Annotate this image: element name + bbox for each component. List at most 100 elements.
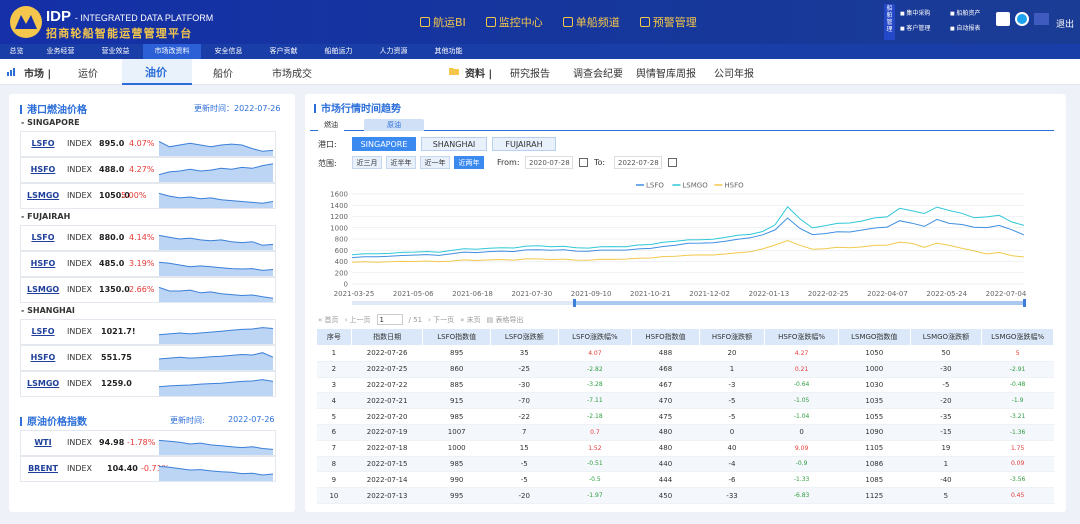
table-header[interactable]: HSFO指数值 — [631, 328, 700, 346]
table-cell: -1.97 — [558, 487, 632, 504]
ship-icon — [562, 17, 573, 27]
main-nav-item-active[interactable]: 市场改资料 — [143, 44, 201, 59]
fuel-row[interactable]: LSFO INDEX 880.0 4.14% — [20, 225, 276, 251]
sub-nav-deals[interactable]: 市场成交 — [272, 65, 312, 80]
main-nav-item[interactable]: 客户贡献 — [256, 44, 311, 59]
sub-nav-minutes[interactable]: 调查会纪要 — [573, 65, 623, 80]
legend-label[interactable]: LSMGO — [682, 182, 708, 190]
table-header[interactable]: LSFO涨跌幅% — [557, 328, 633, 346]
top-nav-monitor[interactable]: 监控中心 — [485, 14, 543, 30]
table-row[interactable]: 3 2022-07-22 885 -30 -3.28 467 -3 -0.64 1030 -5 -0… — [316, 377, 1054, 394]
crude-row[interactable]: WTI INDEX 94.98 -1.78% — [20, 430, 276, 456]
table-row[interactable]: 10 2022-07-13 995 -20 -1.97 450 -33 -6.83 1125 5 0… — [316, 487, 1054, 504]
fuel-row[interactable]: HSFO INDEX 485.0 3.19% — [20, 251, 276, 277]
top-nav-ship[interactable]: 单船频道 — [562, 14, 620, 30]
main-nav-item[interactable]: 人力资源 — [366, 44, 421, 59]
range-2y-button[interactable]: 近两年 — [454, 156, 484, 169]
range-1y-button[interactable]: 近一年 — [420, 156, 450, 169]
main-nav-item[interactable]: 营业效益 — [88, 44, 143, 59]
table-row[interactable]: 2 2022-07-25 860 -25 -2.82 468 1 0.21 1000 -30 -2.… — [316, 361, 1054, 378]
top-nav-bi[interactable]: 航运BI — [420, 14, 466, 30]
tool-customer[interactable]: 客户管理 — [900, 23, 950, 32]
from-date-input[interactable]: 2020-07-28 — [525, 156, 573, 169]
main-nav-item[interactable]: 船舶运力 — [311, 44, 366, 59]
table-row[interactable]: 9 2022-07-14 990 -5 -0.5 444 -6 -1.33 1085 -40 -3.… — [316, 471, 1054, 489]
fuel-row[interactable]: HSFO INDEX 488.0 4.27% — [20, 157, 276, 183]
fuel-row[interactable]: LSMGO INDEX 1259.0 — [20, 371, 276, 397]
tool-purchase[interactable]: 集中采购 — [900, 8, 950, 17]
range-slider-selection[interactable] — [574, 301, 1024, 305]
user-name-block[interactable] — [1034, 13, 1049, 25]
table-header[interactable]: LSMGO指数值 — [837, 328, 911, 346]
fuel-row[interactable]: LSFO INDEX 895.0 4.07% — [20, 131, 276, 157]
range-slider-handle[interactable] — [1023, 299, 1026, 307]
tool-assets[interactable]: 船舶资产 — [950, 8, 1000, 17]
tool-report[interactable]: 自动报表 — [950, 23, 1000, 32]
table-row[interactable]: 8 2022-07-15 985 -5 -0.51 440 -4 -0.9 1086 1 0.09 — [316, 456, 1054, 473]
table-header[interactable]: LSMGO涨跌额 — [909, 328, 983, 346]
sub-nav-research[interactable]: 研究报告 — [510, 65, 550, 80]
table-row[interactable]: 5 2022-07-20 985 -22 -2.18 475 -5 -1.04 1055 -35-… — [316, 408, 1054, 425]
range-3m-button[interactable]: 近三月 — [352, 156, 382, 169]
pager-last[interactable]: » 末页 — [460, 315, 481, 325]
table-header[interactable]: 指数日期 — [350, 328, 424, 346]
range-slider-handle[interactable] — [573, 299, 576, 307]
fuel-row[interactable]: LSMGO INDEX 1350.0 2.66% — [20, 277, 276, 303]
port-singapore-button[interactable]: SINGAPORE — [352, 137, 416, 151]
main-nav-item[interactable]: 总览 — [0, 44, 33, 59]
table-row[interactable]: 6 2022-07-19 1007 7 0.7 480 0 0 1090 -15 -1.36 — [316, 424, 1054, 441]
table-row[interactable]: 1 2022-07-26 895 35 4.07 488 20 4.27 1050 50 5 — [316, 345, 1054, 362]
to-date-input[interactable]: 2022-07-28 — [614, 156, 662, 169]
table-header[interactable]: LSFO指数值 — [422, 328, 491, 346]
table-cell: 860 — [422, 361, 491, 378]
sub-nav-oil-active[interactable]: 油价 — [122, 59, 192, 85]
exit-button[interactable]: 退出 — [1056, 17, 1074, 30]
table-cell: 8 — [316, 456, 352, 473]
tab-fuel[interactable]: 燃油 — [318, 119, 344, 131]
ship-manage-tab[interactable]: 船舶管理 — [884, 4, 895, 40]
crude-row[interactable]: BRENT INDEX 104.40 -0.71% — [20, 456, 276, 482]
range-6m-button[interactable]: 近半年 — [386, 156, 416, 169]
port-fujairah-button[interactable]: FUJAIRAH — [492, 137, 556, 151]
header-icons — [996, 12, 1049, 26]
fuel-row[interactable]: HSFO INDEX 551.75 — [20, 345, 276, 371]
y-tick-label: 400 — [335, 258, 348, 266]
table-header[interactable]: HSFO涨跌幅% — [764, 328, 839, 346]
table-cell: 1050 — [838, 345, 911, 362]
pager-current-input[interactable]: 1 — [376, 314, 403, 325]
table-header[interactable]: 序号 — [316, 328, 352, 346]
sub-nav-ship-price[interactable]: 船价 — [213, 65, 233, 80]
table-row[interactable]: 7 2022-07-18 1000 15 1.52 480 40 9.09 1105 19 1.75 — [316, 440, 1054, 457]
fuel-row[interactable]: LSMGO INDEX 1050.0 5.00% — [20, 183, 276, 209]
main-nav-item[interactable]: 其他功能 — [421, 44, 476, 59]
sub-nav-weekly[interactable]: 舆情智库周报 — [636, 65, 696, 80]
sub-nav-freight[interactable]: 运价 — [78, 65, 98, 80]
port-shanghai-button[interactable]: SHANGHAI — [421, 137, 487, 151]
table-cell: 4.07 — [558, 345, 632, 362]
main-nav-item[interactable]: 业务经营 — [33, 44, 88, 59]
tab-crude[interactable]: 原油 — [364, 119, 424, 131]
pager-next[interactable]: › 下一页 — [428, 315, 454, 325]
calendar-icon[interactable] — [668, 158, 677, 167]
legend-label[interactable]: LSFO — [646, 182, 664, 190]
data-label: 资料 | — [465, 69, 493, 80]
table-row[interactable]: 4 2022-07-21 915 -70 -7.11 470 -5 -1.05 1035 -20-… — [316, 392, 1054, 410]
fuel-row[interactable]: LSFO INDEX 1021.7! — [20, 319, 276, 345]
calendar-icon[interactable] — [579, 158, 588, 167]
table-header[interactable]: LSFO涨跌额 — [489, 328, 559, 346]
table-cell: 4.27 — [764, 345, 839, 362]
top-nav-alert[interactable]: 预警管理 — [639, 14, 697, 30]
sparkline-area — [159, 141, 273, 156]
main-nav-item[interactable]: 安全信息 — [201, 44, 256, 59]
table-header[interactable]: LSMGO涨跌幅% — [981, 328, 1054, 346]
user-avatar-icon[interactable] — [1015, 12, 1029, 26]
window-icon[interactable] — [996, 12, 1010, 26]
table-header[interactable]: HSFO涨跌额 — [698, 328, 766, 346]
y-tick-label: 200 — [335, 269, 348, 277]
pager-first[interactable]: « 首页 — [318, 315, 339, 325]
table-cell: 4 — [316, 392, 352, 410]
export-button[interactable]: ▤ 表格导出 — [487, 315, 524, 325]
legend-label[interactable]: HSFO — [724, 182, 744, 190]
sub-nav-annual[interactable]: 公司年报 — [714, 65, 754, 80]
pager-prev[interactable]: ‹ 上一页 — [345, 315, 371, 325]
